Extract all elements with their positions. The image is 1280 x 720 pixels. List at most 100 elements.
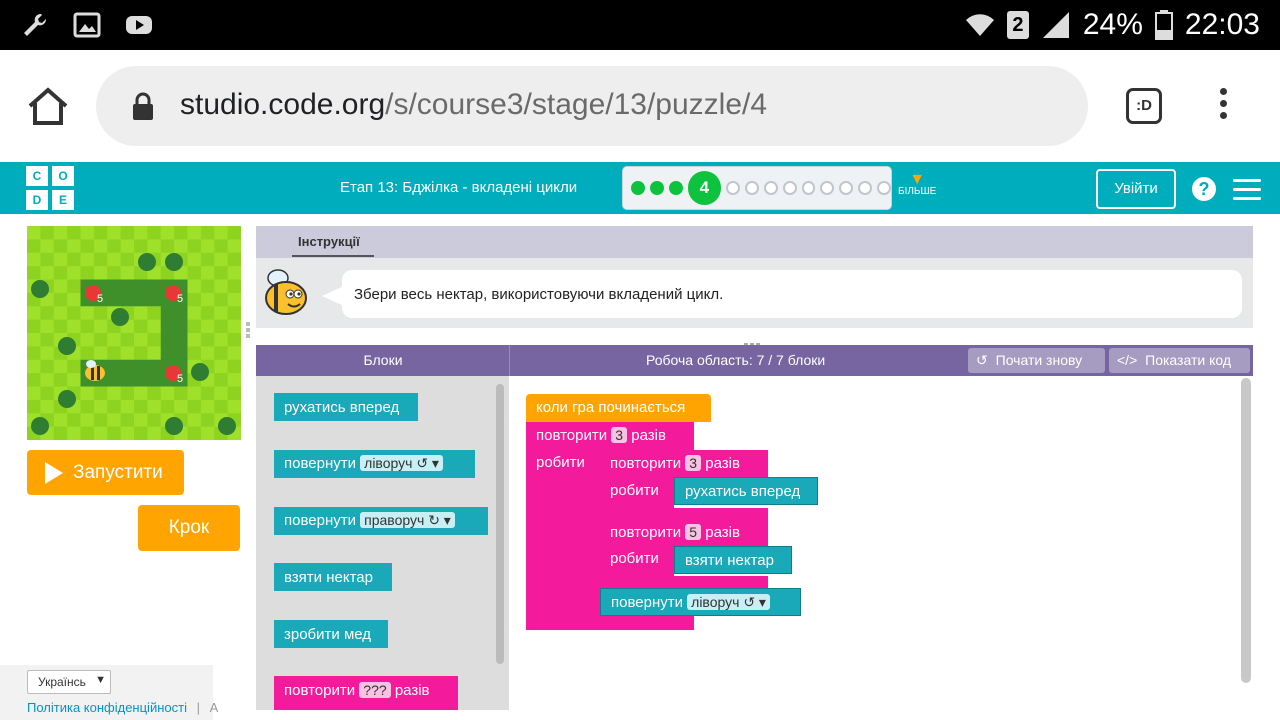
progress-dot-8[interactable] <box>782 181 797 195</box>
hamburger-menu-icon[interactable] <box>1233 179 1261 200</box>
block-label: коли гра починається <box>536 399 686 416</box>
block-label: робити <box>610 550 659 567</box>
footer-separator: | <box>196 700 200 715</box>
header-divider <box>509 345 510 376</box>
block-label: разів <box>394 682 430 699</box>
toolbox-block-get-nectar[interactable]: взяти нектар <box>274 563 392 591</box>
toolbox-block-turn-right[interactable]: повернути праворуч ↻ ▾ <box>274 507 488 535</box>
code-icon: </> <box>1117 352 1138 368</box>
progress-dot-5[interactable] <box>726 181 741 195</box>
speech-bubble-tail <box>322 286 344 306</box>
status-bar: 2 24% 22:03 <box>0 0 1280 50</box>
direction-value: ліворуч ↺ <box>691 594 756 610</box>
footer-more-link[interactable]: А <box>210 700 219 715</box>
help-icon[interactable]: ? <box>1192 177 1216 201</box>
run-button[interactable]: Запустити <box>27 450 184 495</box>
repeat-outer-body: робити <box>526 450 600 618</box>
toolbox-block-move-forward[interactable]: рухатись вперед <box>274 393 418 421</box>
progress-dot-10[interactable] <box>820 181 835 195</box>
repeat-block-inner-2[interactable]: повторити 5 разів <box>600 520 768 546</box>
maze-canvas: 5 5 5 <box>27 226 241 440</box>
direction-dropdown[interactable]: праворуч ↻ ▾ <box>360 512 455 528</box>
repeat-count-field[interactable]: 3 <box>685 455 702 471</box>
flower-count: 5 <box>177 373 183 385</box>
page-footer: Українсь ▼ Політика конфіденційності | А <box>0 665 218 720</box>
progress-dot-7[interactable] <box>763 181 778 195</box>
repeat-count-field[interactable]: 3 <box>611 427 628 443</box>
tab-instructions[interactable]: Інструкції <box>298 234 360 249</box>
tab-switcher-button[interactable]: :D <box>1126 88 1162 124</box>
block-label: разів <box>631 427 666 444</box>
language-select[interactable]: Українсь ▼ <box>27 670 111 694</box>
battery-percent: 24% <box>1082 8 1143 41</box>
chevron-down-icon: ▼ <box>95 674 106 686</box>
repeat-block-outer[interactable]: повторити 3 разів <box>526 422 694 450</box>
progress-dot-9[interactable] <box>801 181 816 195</box>
progress-dot-12[interactable] <box>858 181 873 195</box>
progress-dot-2[interactable] <box>649 181 664 195</box>
url-path: /s/course3/stage/13/puzzle/4 <box>385 88 768 121</box>
resize-handle-vertical[interactable] <box>246 322 252 344</box>
block-move-forward[interactable]: рухатись вперед <box>674 477 818 505</box>
repeat-block-inner-1[interactable]: повторити 3 разів <box>600 450 768 478</box>
signal-icon <box>1042 12 1069 38</box>
workspace-title: Робоча область: 7 / 7 блоки <box>646 352 826 368</box>
repeat-count-field[interactable]: 5 <box>685 524 702 540</box>
block-label: зробити мед <box>284 626 372 643</box>
toolbox-block-make-honey[interactable]: зробити мед <box>274 620 388 648</box>
reset-button[interactable]: ↺ Почати знову <box>968 348 1105 373</box>
stage-title: Етап 13: Бджілка - вкладені цикли <box>340 179 578 196</box>
resize-handle-horizontal[interactable] <box>744 334 766 347</box>
sim-badge: 2 <box>1006 11 1029 39</box>
toolbox-block-turn-left[interactable]: повернути ліворуч ↺ ▾ <box>274 450 475 478</box>
reset-icon: ↺ <box>976 352 988 368</box>
progress-dot-6[interactable] <box>745 181 759 195</box>
direction-dropdown[interactable]: ліворуч ↺ ▾ <box>687 594 770 610</box>
more-label: БІЛЬШЕ <box>898 186 937 197</box>
instruction-text: Збери весь нектар, використовуючи вкладе… <box>342 270 1242 318</box>
block-label: разів <box>705 524 740 541</box>
repeat-inner-2-body: робити <box>600 546 674 576</box>
privacy-link[interactable]: Політика конфіденційності <box>27 700 187 715</box>
direction-dropdown[interactable]: ліворуч ↺ ▾ <box>360 455 443 471</box>
progress-dot-1[interactable] <box>631 181 645 195</box>
block-get-nectar[interactable]: взяти нектар <box>674 546 792 574</box>
block-label: рухатись вперед <box>685 483 801 500</box>
block-label: повернути <box>284 512 356 529</box>
address-bar[interactable]: studio.code.org/s/course3/stage/13/puzzl… <box>96 66 1088 146</box>
progress-dot-3[interactable] <box>668 181 683 195</box>
toolbox: рухатись вперед повернути ліворуч ↺ ▾ по… <box>256 376 509 710</box>
run-label: Запустити <box>73 461 163 483</box>
lock-icon <box>133 92 153 120</box>
home-icon[interactable] <box>26 86 70 126</box>
code-logo[interactable]: C O D E <box>26 166 74 210</box>
toolbox-block-repeat[interactable]: повторити ??? разів <box>274 676 458 710</box>
step-button[interactable]: Крок <box>138 505 240 551</box>
block-turn-left[interactable]: повернути ліворуч ↺ ▾ <box>600 588 801 616</box>
repeat-outer-footer <box>526 616 694 630</box>
battery-icon <box>1154 10 1173 40</box>
progress-dot-13[interactable] <box>877 181 891 195</box>
block-label: повторити <box>536 427 608 444</box>
tab-underline <box>292 255 374 257</box>
show-code-button[interactable]: </> Показати код <box>1109 348 1250 373</box>
signin-button[interactable]: Увійти <box>1096 169 1176 209</box>
toolbox-scrollbar[interactable] <box>496 384 504 664</box>
progress-dot-11[interactable] <box>839 181 854 195</box>
logo-letter: D <box>26 190 48 210</box>
language-value: Українсь <box>38 675 86 689</box>
progress-dot-current[interactable]: 4 <box>687 171 722 205</box>
block-label: взяти нектар <box>284 569 373 586</box>
direction-value: ліворуч ↺ <box>364 455 429 471</box>
site-header: C O D E Етап 13: Бджілка - вкладені цикл… <box>0 162 1280 214</box>
block-label: повторити <box>284 682 356 699</box>
browser-menu-icon[interactable] <box>1216 88 1230 124</box>
instructions-header: Інструкції <box>256 226 1253 258</box>
logo-letter: E <box>52 190 74 210</box>
workspace-scrollbar[interactable] <box>1241 378 1251 683</box>
puzzle-progress: 4 <box>622 166 892 210</box>
flower-count: 5 <box>177 293 183 305</box>
more-dropdown[interactable]: ▼ БІЛЬШЕ <box>898 172 937 198</box>
event-block-when-run[interactable]: коли гра починається <box>526 394 711 422</box>
repeat-count-field[interactable]: ??? <box>359 682 391 698</box>
